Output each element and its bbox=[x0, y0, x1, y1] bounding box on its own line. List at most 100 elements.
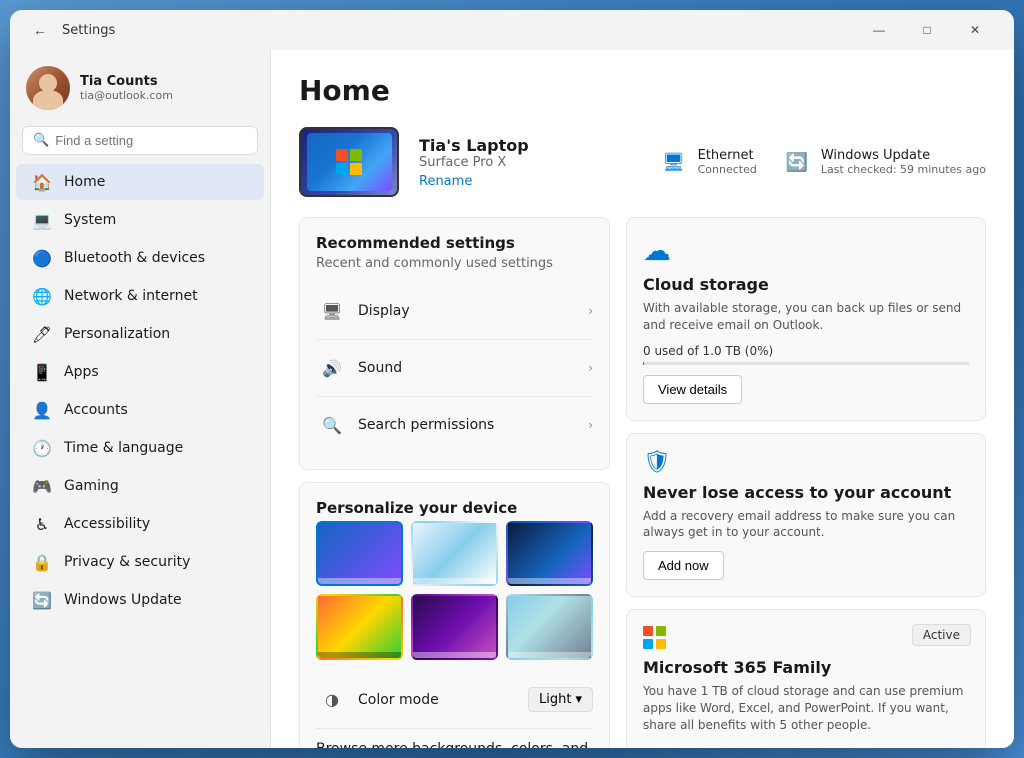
active-badge: Active bbox=[912, 624, 971, 646]
ethernet-icon: 🖥 bbox=[658, 146, 690, 178]
theme-grid bbox=[316, 521, 593, 660]
device-bar: Tia's Laptop Surface Pro X Rename 🖥 Ethe… bbox=[299, 127, 986, 197]
close-button[interactable]: ✕ bbox=[952, 14, 998, 46]
settings-window: ← Settings — □ ✕ Tia Counts tia@outlook.… bbox=[10, 10, 1014, 748]
sound-setting-row[interactable]: 🔊 Sound › bbox=[316, 340, 593, 397]
sidebar-item-bluetooth[interactable]: 🔵 Bluetooth & devices bbox=[16, 240, 264, 276]
sidebar-item-label: System bbox=[64, 212, 116, 228]
cloud-storage-title: Cloud storage bbox=[643, 275, 969, 294]
page-title: Home bbox=[299, 74, 986, 107]
color-mode-select[interactable]: Light ▾ bbox=[528, 687, 593, 712]
app-title: Settings bbox=[62, 23, 856, 38]
privacy-icon: 🔒 bbox=[32, 552, 52, 572]
sidebar-item-gaming[interactable]: 🎮 Gaming bbox=[16, 468, 264, 504]
device-rename-button[interactable]: Rename bbox=[419, 174, 638, 189]
user-email: tia@outlook.com bbox=[80, 89, 173, 102]
device-info: Tia's Laptop Surface Pro X Rename bbox=[419, 136, 638, 189]
search-chevron-icon: › bbox=[588, 418, 593, 432]
display-icon: 🖥 bbox=[316, 295, 348, 327]
titlebar: ← Settings — □ ✕ bbox=[10, 10, 1014, 50]
recommended-card: Recommended settings Recent and commonly… bbox=[299, 217, 610, 470]
minimize-button[interactable]: — bbox=[856, 14, 902, 46]
theme-item-1[interactable] bbox=[316, 521, 403, 586]
accessibility-icon: ♿ bbox=[32, 514, 52, 534]
search-input[interactable] bbox=[55, 133, 247, 148]
network-icon: 🌐 bbox=[32, 286, 52, 306]
update-substatus: Last checked: 59 minutes ago bbox=[821, 163, 986, 176]
ethernet-label: Ethernet bbox=[698, 148, 757, 163]
search-permissions-icon: 🔍 bbox=[316, 409, 348, 441]
storage-bar bbox=[643, 362, 969, 365]
sidebar-item-system[interactable]: 💻 System bbox=[16, 202, 264, 238]
avatar bbox=[26, 66, 70, 110]
sidebar-item-accounts[interactable]: 👤 Accounts bbox=[16, 392, 264, 428]
color-mode-chevron-icon: ▾ bbox=[575, 692, 582, 707]
sidebar-item-label: Windows Update bbox=[64, 592, 182, 608]
search-box[interactable]: 🔍 bbox=[22, 126, 258, 155]
sound-icon: 🔊 bbox=[316, 352, 348, 384]
sidebar-item-label: Apps bbox=[64, 364, 99, 380]
sidebar-item-time[interactable]: 🕐 Time & language bbox=[16, 430, 264, 466]
sidebar-item-label: Privacy & security bbox=[64, 554, 190, 570]
two-column-layout: Recommended settings Recent and commonly… bbox=[299, 217, 986, 748]
personalization-icon: 🖊 bbox=[32, 324, 52, 344]
color-mode-label: Color mode bbox=[358, 692, 528, 708]
search-setting-row[interactable]: 🔍 Search permissions › bbox=[316, 397, 593, 453]
sidebar-item-label: Bluetooth & devices bbox=[64, 250, 205, 266]
sidebar-item-privacy[interactable]: 🔒 Privacy & security bbox=[16, 544, 264, 580]
recommended-title: Recommended settings bbox=[316, 234, 593, 252]
cloud-storage-card: ☁ Cloud storage With available storage, … bbox=[626, 217, 986, 421]
theme-item-4[interactable] bbox=[316, 594, 403, 659]
sidebar-item-accessibility[interactable]: ♿ Accessibility bbox=[16, 506, 264, 542]
user-section[interactable]: Tia Counts tia@outlook.com bbox=[10, 58, 270, 122]
personalize-title: Personalize your device bbox=[316, 499, 593, 517]
sidebar-item-network[interactable]: 🌐 Network & internet bbox=[16, 278, 264, 314]
add-now-button[interactable]: Add now bbox=[643, 551, 724, 580]
personalize-card: Personalize your device bbox=[299, 482, 610, 748]
theme-item-5[interactable] bbox=[411, 594, 498, 659]
theme-item-6[interactable] bbox=[506, 594, 593, 659]
sidebar-item-update[interactable]: 🔄 Windows Update bbox=[16, 582, 264, 618]
display-setting-row[interactable]: 🖥 Display › bbox=[316, 283, 593, 340]
sidebar-item-label: Accessibility bbox=[64, 516, 150, 532]
sidebar-item-personalization[interactable]: 🖊 Personalization bbox=[16, 316, 264, 352]
sound-chevron-icon: › bbox=[588, 361, 593, 375]
microsoft365-logo bbox=[643, 626, 667, 650]
back-button[interactable]: ← bbox=[26, 16, 54, 44]
sidebar-item-label: Home bbox=[64, 174, 105, 190]
search-permissions-label: Search permissions bbox=[358, 417, 588, 433]
ethernet-status: 🖥 Ethernet Connected bbox=[658, 146, 757, 178]
time-icon: 🕐 bbox=[32, 438, 52, 458]
sidebar-item-label: Gaming bbox=[64, 478, 119, 494]
accounts-icon: 👤 bbox=[32, 400, 52, 420]
search-icon: 🔍 bbox=[33, 133, 49, 148]
shield-icon: 🛡 bbox=[643, 450, 969, 475]
account-security-title: Never lose access to your account bbox=[643, 483, 969, 502]
browse-themes-row[interactable]: Browse more backgrounds, colors, and the… bbox=[316, 729, 593, 749]
browse-themes-label: Browse more backgrounds, colors, and the… bbox=[316, 741, 588, 749]
cloud-icon: ☁ bbox=[643, 234, 969, 267]
update-label: Windows Update bbox=[821, 148, 986, 163]
sidebar-item-label: Time & language bbox=[64, 440, 183, 456]
recommended-subtitle: Recent and commonly used settings bbox=[316, 256, 593, 271]
color-mode-value: Light bbox=[539, 692, 571, 707]
status-items: 🖥 Ethernet Connected 🔄 Windows Update La… bbox=[658, 146, 986, 178]
maximize-button[interactable]: □ bbox=[904, 14, 950, 46]
color-mode-row[interactable]: ◑ Color mode Light ▾ bbox=[316, 672, 593, 729]
apps-icon: 📱 bbox=[32, 362, 52, 382]
theme-item-2[interactable] bbox=[411, 521, 498, 586]
sound-label: Sound bbox=[358, 360, 588, 376]
update-icon: 🔄 bbox=[32, 590, 52, 610]
account-security-card: 🛡 Never lose access to your account Add … bbox=[626, 433, 986, 598]
theme-item-3[interactable] bbox=[506, 521, 593, 586]
view-details-button[interactable]: View details bbox=[643, 375, 742, 404]
bluetooth-icon: 🔵 bbox=[32, 248, 52, 268]
cloud-storage-desc: With available storage, you can back up … bbox=[643, 300, 969, 334]
sidebar-item-home[interactable]: 🏠 Home bbox=[16, 164, 264, 200]
ethernet-substatus: Connected bbox=[698, 163, 757, 176]
display-label: Display bbox=[358, 303, 588, 319]
device-name: Tia's Laptop bbox=[419, 136, 638, 155]
sidebar-item-label: Accounts bbox=[64, 402, 128, 418]
sidebar-item-apps[interactable]: 📱 Apps bbox=[16, 354, 264, 390]
right-column: ☁ Cloud storage With available storage, … bbox=[626, 217, 986, 748]
